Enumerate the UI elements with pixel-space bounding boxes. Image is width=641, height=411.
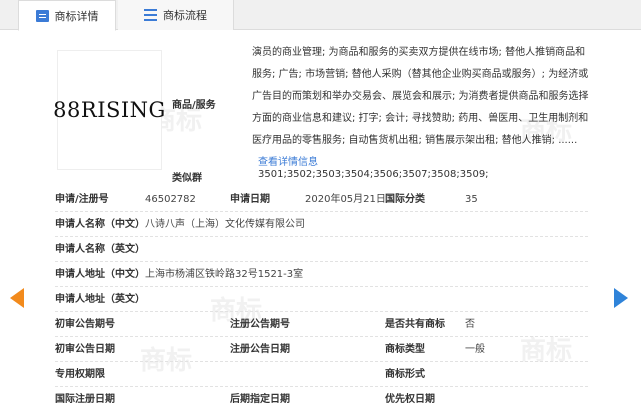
reg-notice-no-label: 注册公告期号 — [230, 319, 290, 330]
info-row: 申请人地址（英文） — [55, 288, 588, 312]
intl-class-value: 35 — [465, 194, 478, 205]
info-row: 申请人地址（中文） 上海市杨浦区铁岭路32号1521-3室 — [55, 263, 588, 287]
shared-mark-value: 否 — [465, 319, 475, 330]
list-icon — [144, 9, 157, 21]
intl-reg-date-label: 国际注册日期 — [55, 394, 115, 405]
reg-no-value: 46502782 — [145, 194, 196, 205]
similar-groups-label: 类似群 — [172, 173, 202, 184]
address-cn-value: 上海市杨浦区铁岭路32号1521-3室 — [145, 269, 304, 280]
apply-date-value: 2020年05月21日 — [305, 194, 386, 205]
address-en-label: 申请人地址（英文） — [55, 294, 145, 305]
shared-mark-label: 是否共有商标 — [385, 319, 445, 330]
trademark-logo-text: 88RISING — [53, 98, 166, 122]
goods-services-text: 演员的商业管理; 为商品和服务的买卖双方提供在线市场; 替他人推销商品和服务; … — [252, 42, 592, 174]
applicant-cn-value: 八诗八声（上海）文化传媒有限公司 — [145, 219, 305, 230]
later-designation-date-label: 后期指定日期 — [230, 394, 290, 405]
view-details-link[interactable]: 查看详情信息 — [258, 157, 318, 168]
previous-arrow-icon[interactable] — [10, 288, 24, 308]
priority-date-label: 优先权日期 — [385, 394, 435, 405]
prelim-notice-date-label: 初审公告日期 — [55, 344, 115, 355]
applicant-en-label: 申请人名称（英文） — [55, 244, 145, 255]
trademark-logo: 88RISING — [53, 50, 165, 170]
goods-services-label: 商品/服务 — [172, 100, 216, 111]
document-icon — [35, 9, 49, 22]
mark-type-value: 一般 — [465, 344, 485, 355]
reg-notice-date-label: 注册公告日期 — [230, 344, 290, 355]
mark-form-label: 商标形式 — [385, 369, 425, 380]
tab-bar: 商标详情 商标流程 — [0, 0, 641, 31]
reg-no-label: 申请/注册号 — [55, 194, 109, 205]
goods-services-value: 演员的商业管理; 为商品和服务的买卖双方提供在线市场; 替他人推销商品和服务; … — [252, 47, 589, 146]
prelim-notice-no-label: 初审公告期号 — [55, 319, 115, 330]
similar-groups-value: 3501;3502;3503;3504;3506;3507;3508;3509; — [258, 169, 489, 180]
info-row: 初审公告日期 注册公告日期 商标类型 一般 — [55, 338, 588, 362]
address-cn-label: 申请人地址（中文） — [55, 269, 145, 280]
info-row: 申请/注册号 46502782 申请日期 2020年05月21日 国际分类 35 — [55, 188, 588, 212]
exclusive-period-label: 专用权期限 — [55, 369, 105, 380]
info-row: 申请人名称（中文） 八诗八声（上海）文化传媒有限公司 — [55, 213, 588, 237]
applicant-cn-label: 申请人名称（中文） — [55, 219, 145, 230]
tab-trademark-details[interactable]: 商标详情 — [18, 0, 116, 31]
tab-trademark-process[interactable]: 商标流程 — [118, 0, 234, 30]
mark-type-label: 商标类型 — [385, 344, 425, 355]
next-arrow-icon[interactable] — [614, 288, 628, 308]
intl-class-label: 国际分类 — [385, 194, 425, 205]
tab-label: 商标流程 — [163, 9, 207, 22]
info-row: 专用权期限 商标形式 — [55, 363, 588, 387]
tab-label: 商标详情 — [54, 9, 99, 23]
info-row: 申请人名称（英文） — [55, 238, 588, 262]
info-row: 国际注册日期 后期指定日期 优先权日期 — [55, 388, 588, 411]
info-row: 初审公告期号 注册公告期号 是否共有商标 否 — [55, 313, 588, 337]
apply-date-label: 申请日期 — [230, 194, 270, 205]
